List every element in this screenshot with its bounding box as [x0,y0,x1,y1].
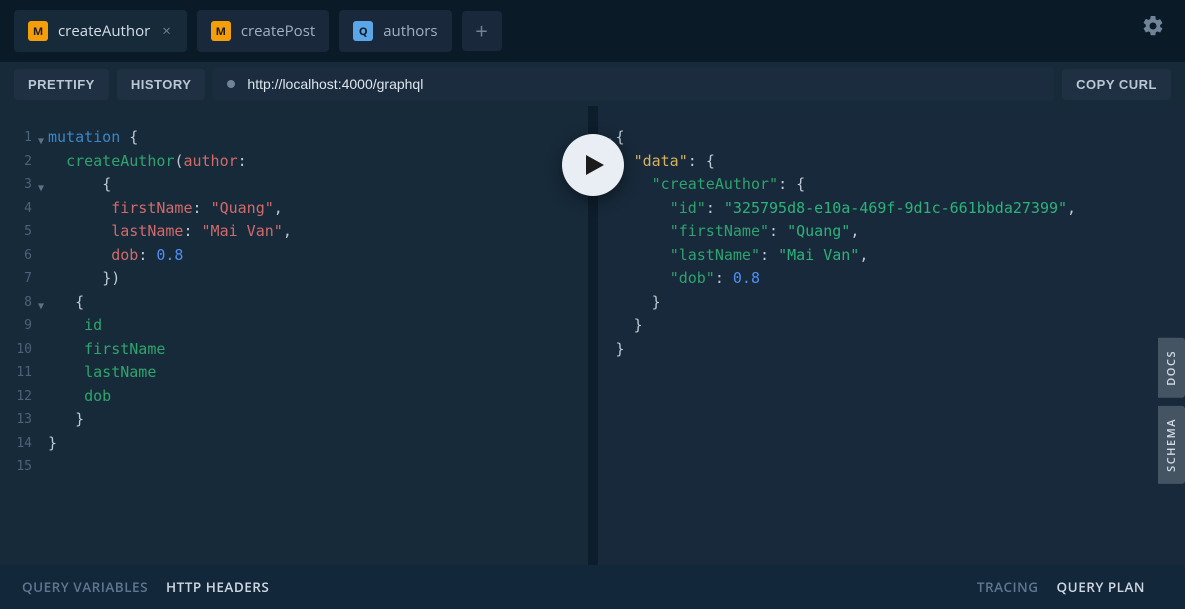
query-editor[interactable]: 1▼ 2 3▼ 4 5 6 7 8▼ 9 10 11 12 13 14 15 m… [0,106,588,565]
execute-button[interactable] [562,134,624,196]
new-tab-button[interactable]: + [462,11,502,51]
prettify-button[interactable]: PRETTIFY [14,69,109,100]
history-button[interactable]: HISTORY [117,69,206,100]
tab-label: createPost [241,21,315,41]
query-plan-tab[interactable]: QUERY PLAN [1057,578,1145,596]
tab-bar: M createAuthor × M createPost Q authors … [0,0,1185,62]
status-dot-icon [227,80,235,88]
response-code: { "data": { "createAuthor": { "id": "325… [598,126,1185,361]
toolbar: PRETTIFY HISTORY COPY CURL [0,62,1185,106]
line-gutter: 1▼ 2 3▼ 4 5 6 7 8▼ 9 10 11 12 13 14 15 [0,126,40,479]
fold-icon[interactable]: ▼ [38,130,44,154]
tab-label: authors [383,21,437,41]
copy-curl-button[interactable]: COPY CURL [1062,69,1171,100]
fold-icon[interactable]: ▼ [38,177,44,201]
side-panel-tabs: DOCS SCHEMA [1158,338,1185,484]
tab-authors[interactable]: Q authors [339,10,451,52]
query-badge-icon: Q [353,21,373,41]
close-icon[interactable]: × [160,21,173,41]
tab-label: createAuthor [58,21,150,41]
query-variables-tab[interactable]: QUERY VARIABLES [22,578,148,596]
settings-icon[interactable] [1141,14,1165,43]
docs-tab[interactable]: DOCS [1158,338,1185,398]
mutation-badge-icon: M [211,21,231,41]
tab-createpost[interactable]: M createPost [197,10,329,52]
endpoint-bar[interactable] [213,67,1054,101]
schema-tab[interactable]: SCHEMA [1158,406,1185,484]
tracing-tab[interactable]: TRACING [977,578,1039,596]
response-viewer[interactable]: ▼ ▼ ▼ { "data": { "createAuthor": { "id"… [598,106,1185,565]
tab-createauthor[interactable]: M createAuthor × [14,10,187,52]
mutation-badge-icon: M [28,21,48,41]
footer-bar: QUERY VARIABLES HTTP HEADERS TRACING QUE… [0,565,1185,609]
fold-icon[interactable]: ▼ [38,295,44,319]
query-code[interactable]: mutation { createAuthor(author: { firstN… [0,126,588,455]
main-area: 1▼ 2 3▼ 4 5 6 7 8▼ 9 10 11 12 13 14 15 m… [0,106,1185,565]
play-icon [584,153,606,177]
http-headers-tab[interactable]: HTTP HEADERS [166,578,269,596]
endpoint-input[interactable] [247,76,1040,92]
